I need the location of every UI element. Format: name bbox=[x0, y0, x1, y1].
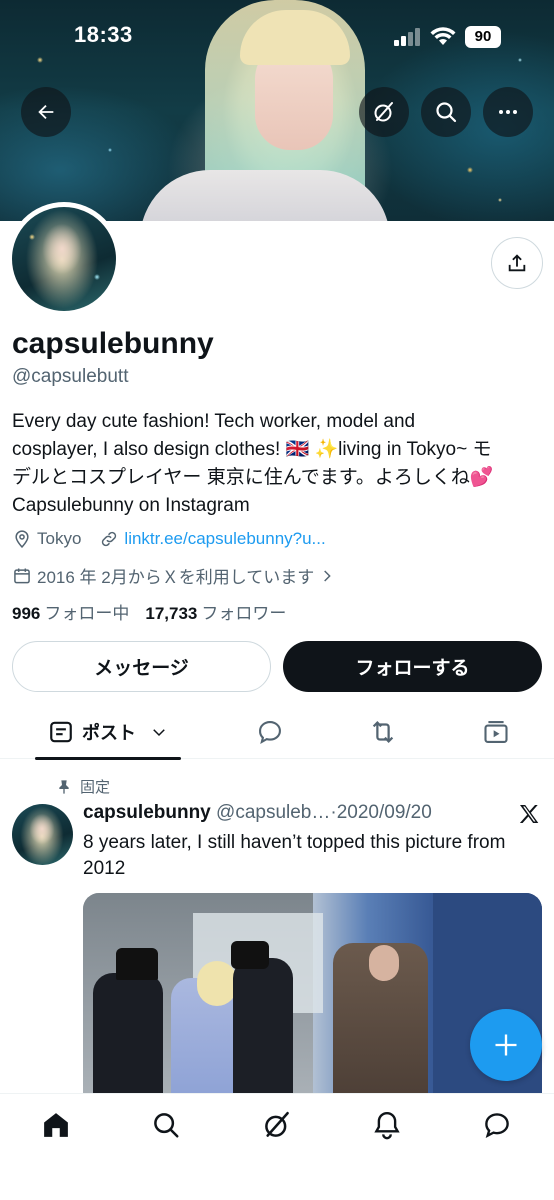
bio-line: Every day cute fashion! Tech worker, mod… bbox=[12, 411, 416, 432]
image-figure bbox=[197, 961, 237, 1006]
cellular-signal-icon bbox=[394, 28, 420, 46]
posts-tab-icon bbox=[50, 721, 72, 743]
image-figure bbox=[231, 941, 269, 969]
post-header: capsulebunny @capsuleb…·2020/09/20 bbox=[83, 802, 432, 823]
active-tab-indicator bbox=[35, 757, 181, 760]
more-button[interactable] bbox=[483, 87, 533, 137]
joined-date: 2016 年 2月からＸを利用しています bbox=[12, 563, 335, 588]
bio-line: cosplayer, I also design clothes! 🇬🇧 ✨li… bbox=[12, 439, 492, 460]
chevron-down-icon bbox=[153, 729, 165, 737]
sparkles-emoji: ✨ bbox=[314, 439, 339, 460]
back-button[interactable] bbox=[21, 87, 71, 137]
battery-indicator: 90 bbox=[465, 26, 501, 48]
search-icon bbox=[436, 102, 457, 123]
hearts-emoji: 💕 bbox=[469, 467, 494, 488]
grok-button[interactable] bbox=[359, 87, 409, 137]
repost-tab-icon bbox=[372, 721, 394, 743]
following-count[interactable]: 996 フォロー中 bbox=[12, 599, 129, 624]
followers-count[interactable]: 17,733 フォロワー bbox=[145, 599, 286, 624]
media-tab-icon bbox=[484, 721, 508, 743]
image-figure bbox=[369, 945, 399, 981]
grok-icon bbox=[374, 102, 393, 122]
follow-button[interactable]: フォローする bbox=[283, 641, 542, 692]
notifications-icon[interactable] bbox=[372, 1110, 402, 1140]
pin-icon bbox=[59, 779, 69, 794]
uk-flag-emoji: 🇬🇧 bbox=[285, 439, 310, 460]
home-icon[interactable] bbox=[41, 1110, 71, 1140]
bio-line: デルとコスプレイヤー 東京に住んでます。よろしくね💕 bbox=[12, 467, 494, 488]
plus-icon bbox=[495, 1034, 517, 1056]
image-figure bbox=[116, 948, 158, 980]
grok-nav-icon[interactable] bbox=[262, 1110, 292, 1140]
x-logo-icon bbox=[519, 805, 539, 823]
post-author-name[interactable]: capsulebunny bbox=[83, 802, 211, 823]
display-name: capsulebunny bbox=[12, 327, 214, 360]
banner-shoulder bbox=[140, 170, 390, 221]
more-icon bbox=[499, 110, 517, 114]
post-date[interactable]: 2020/09/20 bbox=[337, 802, 432, 823]
pinned-indicator: 固定 bbox=[56, 776, 110, 797]
profile-bio: Every day cute fashion! Tech worker, mod… bbox=[12, 408, 542, 520]
share-profile-button[interactable] bbox=[491, 237, 543, 289]
reply-tab-icon bbox=[259, 721, 281, 745]
bottom-navigation bbox=[0, 1093, 554, 1200]
status-time: 18:33 bbox=[74, 22, 133, 47]
tab-reposts[interactable] bbox=[353, 705, 413, 759]
message-button[interactable]: メッセージ bbox=[12, 641, 271, 692]
status-bar: 18:33 90 bbox=[0, 0, 554, 75]
link-icon bbox=[102, 531, 117, 547]
location-pin-icon bbox=[15, 530, 29, 548]
tab-posts[interactable]: ポスト bbox=[35, 705, 181, 759]
profile-meta-row: Tokyo linktr.ee/capsulebunny?u... bbox=[12, 529, 326, 549]
compose-post-button[interactable] bbox=[470, 1009, 542, 1081]
tab-media[interactable] bbox=[466, 705, 526, 759]
back-arrow-icon bbox=[38, 104, 54, 120]
follow-counts: 996 フォロー中 17,733 フォロワー bbox=[12, 599, 286, 624]
profile-avatar[interactable] bbox=[12, 207, 116, 311]
messages-icon[interactable] bbox=[482, 1110, 512, 1140]
joined-row: 2016 年 2月からＸを利用しています bbox=[12, 563, 335, 588]
post-author-handle: @capsuleb… bbox=[216, 802, 331, 823]
share-icon bbox=[508, 254, 526, 272]
post-media-image[interactable] bbox=[83, 893, 542, 1093]
explore-icon[interactable] bbox=[151, 1110, 181, 1140]
calendar-icon bbox=[14, 568, 30, 583]
image-figure bbox=[93, 973, 163, 1093]
bio-line: Capsulebunny on Instagram bbox=[12, 495, 250, 516]
post-text: 8 years later, I still haven’t topped th… bbox=[83, 832, 506, 879]
profile-tabs: ポスト bbox=[0, 705, 554, 760]
location: Tokyo bbox=[12, 529, 81, 549]
post-author-avatar[interactable] bbox=[12, 804, 73, 865]
wifi-icon bbox=[430, 27, 456, 45]
image-figure bbox=[233, 958, 293, 1093]
user-handle: @capsulebutt bbox=[12, 366, 129, 387]
chevron-right-icon[interactable] bbox=[319, 568, 335, 584]
search-button[interactable] bbox=[421, 87, 471, 137]
tab-replies[interactable] bbox=[240, 705, 300, 759]
profile-link[interactable]: linktr.ee/capsulebunny?u... bbox=[99, 529, 326, 549]
